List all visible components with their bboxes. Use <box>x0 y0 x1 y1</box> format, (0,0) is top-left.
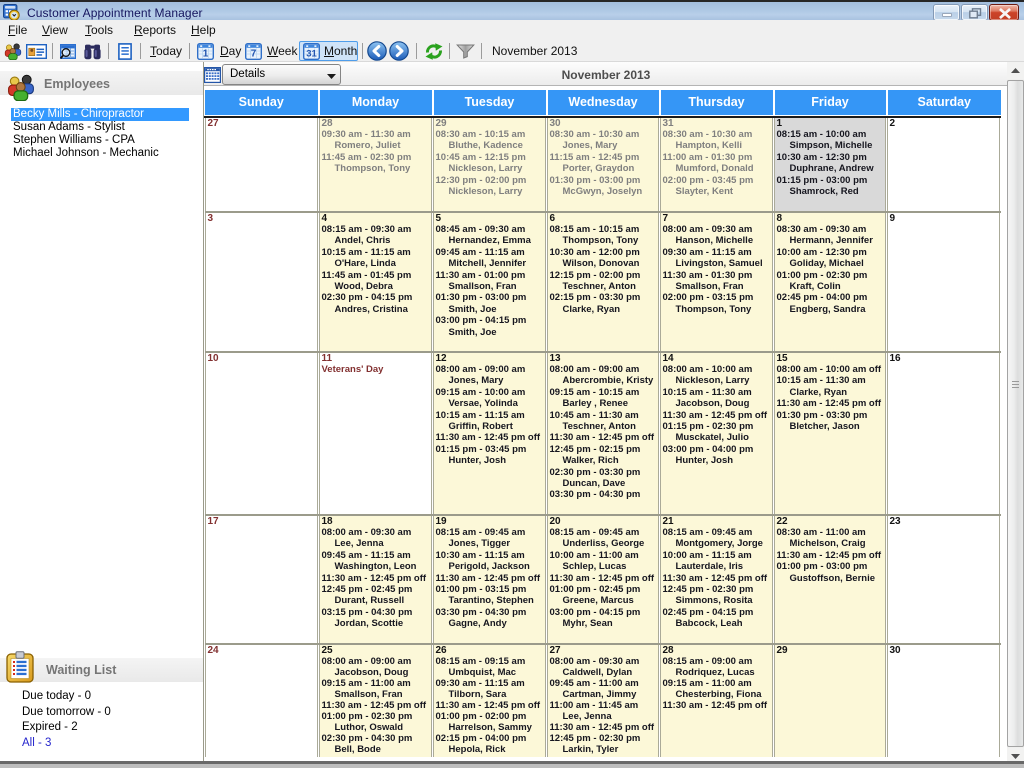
svg-text:1: 1 <box>203 49 209 60</box>
svg-text:31: 31 <box>306 49 317 60</box>
svg-text:7: 7 <box>251 49 257 60</box>
